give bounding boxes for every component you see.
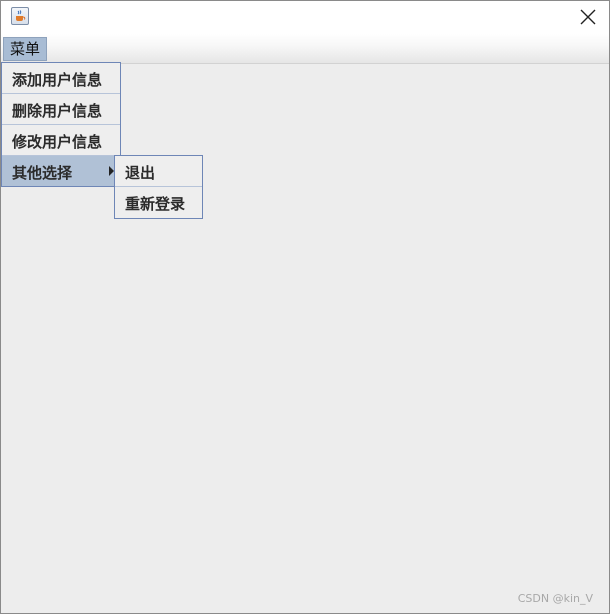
submenu-item-exit[interactable]: 退出 [115, 156, 202, 187]
menu-top-item[interactable]: 菜单 [3, 37, 48, 61]
menu-item-other-options[interactable]: 其他选择 [2, 156, 120, 186]
menu-popup: 添加用户信息 删除用户信息 修改用户信息 其他选择 [1, 62, 121, 187]
submenu-item-label: 重新登录 [125, 195, 186, 213]
title-bar [1, 1, 609, 34]
submenu-popup: 退出 重新登录 [114, 155, 203, 219]
close-icon [580, 9, 596, 25]
menu-item-label: 删除用户信息 [12, 102, 103, 120]
close-button[interactable] [577, 6, 599, 28]
submenu-item-label: 退出 [125, 164, 156, 182]
java-cup-icon [11, 7, 29, 25]
menu-item-label: 修改用户信息 [12, 133, 103, 151]
watermark: CSDN @kin_V [517, 592, 593, 605]
menu-item-label: 添加用户信息 [12, 71, 103, 89]
menu-item-add-user[interactable]: 添加用户信息 [2, 63, 120, 94]
menu-item-modify-user[interactable]: 修改用户信息 [2, 125, 120, 156]
menu-item-delete-user[interactable]: 删除用户信息 [2, 94, 120, 125]
menu-item-label: 其他选择 [12, 164, 73, 182]
app-window: 菜单 添加用户信息 删除用户信息 修改用户信息 其他选择 退出 重新登录 CSD… [0, 0, 610, 614]
submenu-item-relogin[interactable]: 重新登录 [115, 187, 202, 218]
menu-bar: 菜单 [1, 34, 609, 64]
